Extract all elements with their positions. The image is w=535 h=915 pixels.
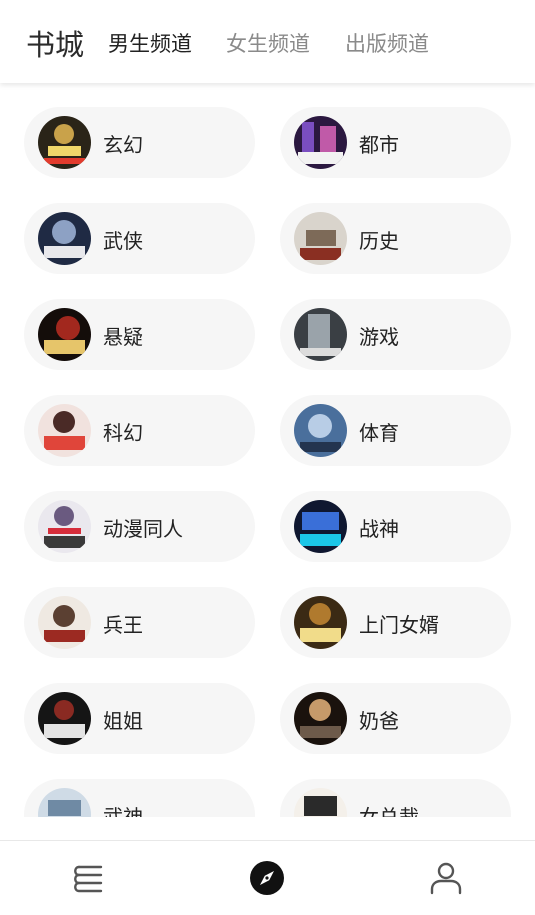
book-cover-image (38, 788, 91, 817)
category-label: 姐姐 (103, 709, 143, 733)
category-item[interactable]: 战神 (280, 491, 511, 562)
category-item[interactable]: 姐姐 (24, 683, 255, 754)
category-label: 战神 (359, 517, 399, 541)
category-label: 上门女婿 (359, 613, 439, 637)
category-label: 兵王 (103, 613, 143, 637)
category-label: 武侠 (103, 229, 143, 253)
category-label: 玄幻 (103, 133, 143, 157)
book-cover-image (38, 212, 91, 265)
bottom-nav-bar (0, 840, 535, 915)
page-title: 书城 (26, 28, 85, 62)
book-cover-image (294, 116, 347, 169)
book-cover-image (38, 692, 91, 745)
book-cover-image (38, 308, 91, 361)
book-cover-image (294, 212, 347, 265)
compass-icon[interactable] (249, 860, 285, 896)
category-label: 游戏 (359, 325, 399, 349)
category-label: 女总裁 (359, 805, 419, 817)
category-item[interactable]: 游戏 (280, 299, 511, 370)
category-list[interactable]: 玄幻 都市 武侠 历史 悬疑 游戏 科幻 体育 动漫同人 战神 兵王 上门女婿 … (0, 83, 535, 817)
book-cover-image (294, 788, 347, 817)
category-item[interactable]: 奶爸 (280, 683, 511, 754)
category-label: 奶爸 (359, 709, 399, 733)
tab-female-channel[interactable]: 女生频道 (226, 28, 310, 58)
category-item[interactable]: 体育 (280, 395, 511, 466)
book-cover-image (294, 308, 347, 361)
book-cover-image (38, 116, 91, 169)
category-label: 历史 (359, 229, 399, 253)
category-item[interactable]: 武侠 (24, 203, 255, 274)
top-header: 书城 男生频道 女生频道 出版频道 (0, 0, 535, 83)
tab-publishing-channel[interactable]: 出版频道 (345, 28, 429, 58)
book-cover-image (38, 404, 91, 457)
category-item[interactable]: 女总裁 (280, 779, 511, 817)
category-item[interactable]: 玄幻 (24, 107, 255, 178)
category-item[interactable]: 历史 (280, 203, 511, 274)
category-item[interactable]: 兵王 (24, 587, 255, 658)
category-label: 体育 (359, 421, 399, 445)
book-cover-image (294, 404, 347, 457)
category-item[interactable]: 科幻 (24, 395, 255, 466)
book-cover-image (38, 500, 91, 553)
category-item[interactable]: 上门女婿 (280, 587, 511, 658)
category-label: 悬疑 (103, 325, 143, 349)
category-item[interactable]: 武神 (24, 779, 255, 817)
category-label: 武神 (103, 805, 143, 817)
user-icon[interactable] (428, 860, 464, 896)
book-cover-image (294, 500, 347, 553)
category-item[interactable]: 动漫同人 (24, 491, 255, 562)
category-item[interactable]: 悬疑 (24, 299, 255, 370)
book-cover-image (294, 596, 347, 649)
book-cover-image (294, 692, 347, 745)
bookstore-screen: 书城 男生频道 女生频道 出版频道 玄幻 都市 武侠 历史 悬疑 游戏 科幻 体… (0, 0, 535, 915)
book-cover-image (38, 596, 91, 649)
category-label: 科幻 (103, 421, 143, 445)
bookshelf-icon[interactable] (71, 860, 107, 896)
category-item[interactable]: 都市 (280, 107, 511, 178)
category-label: 都市 (359, 133, 399, 157)
tab-male-channel[interactable]: 男生频道 (108, 28, 192, 58)
category-grid: 玄幻 都市 武侠 历史 悬疑 游戏 科幻 体育 动漫同人 战神 兵王 上门女婿 … (24, 107, 511, 817)
category-label: 动漫同人 (103, 517, 183, 541)
